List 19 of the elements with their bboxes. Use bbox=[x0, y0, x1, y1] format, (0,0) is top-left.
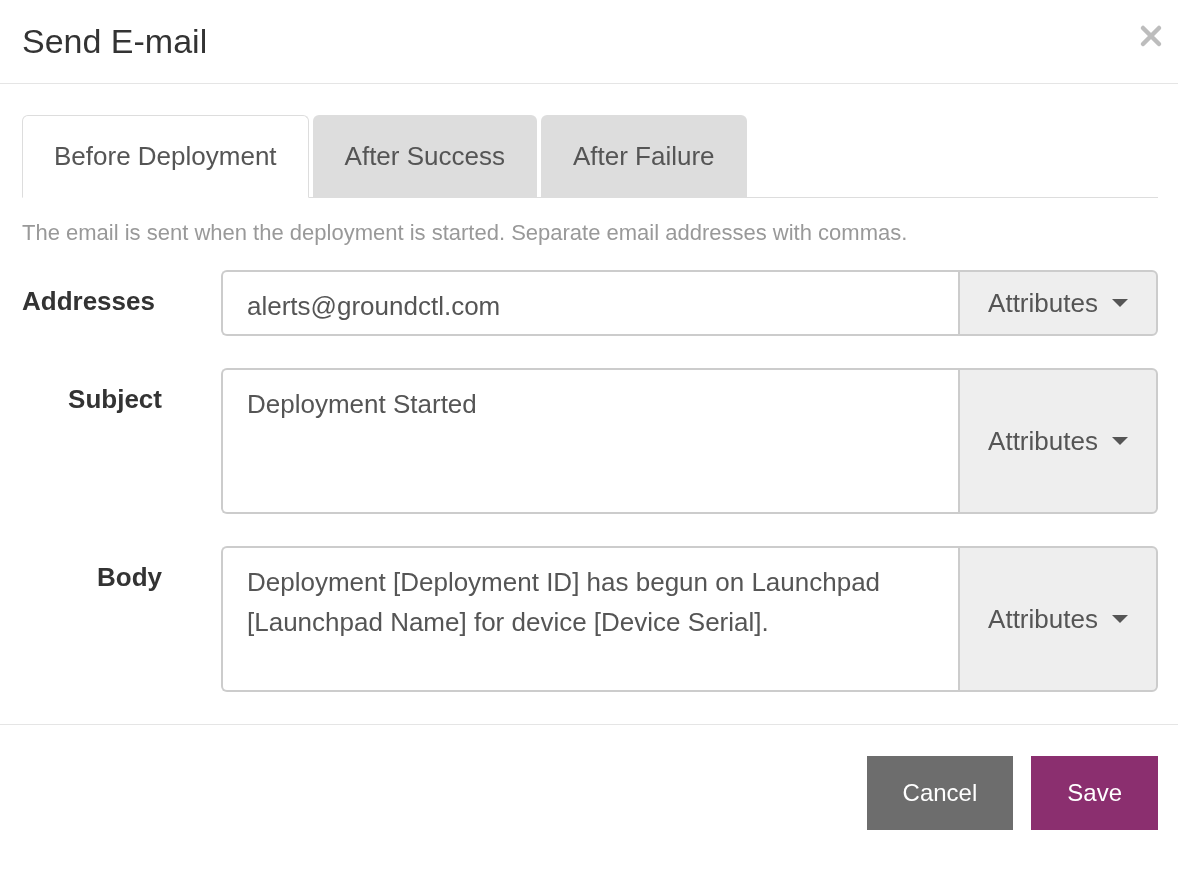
field-label: Addresses bbox=[22, 285, 156, 317]
attributes-dropdown[interactable]: Attributes bbox=[958, 546, 1158, 692]
tab[interactable]: After Success bbox=[312, 115, 537, 198]
caret-icon bbox=[1111, 437, 1128, 445]
caret-icon bbox=[1111, 615, 1128, 623]
text-area[interactable]: Deployment [Deployment ID] has begun on Launchpad [Launchpad Name] for device [Device Serial]. bbox=[221, 546, 958, 692]
attributes-dropdown[interactable]: Attributes bbox=[958, 270, 1158, 336]
tab[interactable]: Before Deployment bbox=[22, 115, 309, 198]
field-label: Body bbox=[96, 561, 162, 593]
tab[interactable]: After Failure bbox=[540, 115, 747, 198]
cancel-button[interactable]: Cancel bbox=[866, 756, 1014, 830]
input-field[interactable]: alerts@groundctl.com bbox=[221, 270, 958, 336]
help-text: The email is sent when the deployment is started. Separate email addresses with commas. bbox=[22, 220, 909, 246]
field-label: Subject bbox=[67, 383, 162, 415]
dialog-title: Send E-mail bbox=[22, 22, 208, 61]
text-area[interactable]: Deployment Started bbox=[221, 368, 958, 514]
save-button[interactable]: Save bbox=[1031, 756, 1158, 830]
caret-icon bbox=[1111, 299, 1128, 307]
attributes-dropdown[interactable]: Attributes bbox=[958, 368, 1158, 514]
